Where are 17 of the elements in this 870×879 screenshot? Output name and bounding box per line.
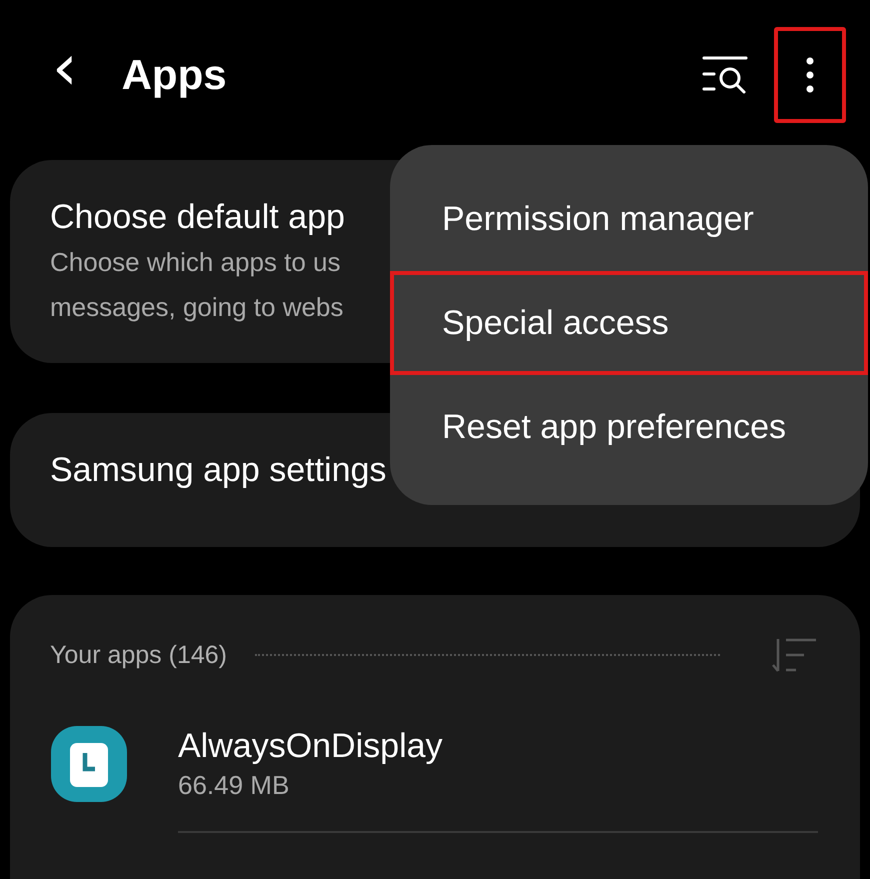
card-description: Choose which apps to us — [50, 246, 341, 279]
page-title: Apps — [122, 51, 228, 99]
more-icon — [806, 57, 814, 93]
clock-app-icon — [50, 725, 128, 803]
app-size: 66.49 MB — [178, 770, 290, 801]
menu-item[interactable]: Special access — [390, 271, 868, 375]
back-button[interactable]: ‹ — [48, 36, 82, 100]
card-title: Samsung app settings — [50, 451, 386, 490]
app-list-item[interactable]: AlwaysOnDisplay 66.49 MB — [50, 725, 820, 831]
card-description: messages, going to webs — [50, 291, 344, 324]
more-options-button[interactable] — [774, 27, 846, 123]
menu-item[interactable]: Reset app preferences — [390, 375, 868, 479]
card-title: Choose default app — [50, 198, 345, 237]
search-list-icon[interactable] — [702, 55, 750, 95]
section-heading: Your apps (146) — [50, 640, 227, 670]
app-name: AlwaysOnDisplay — [178, 727, 443, 766]
menu-item[interactable]: Permission manager — [390, 167, 868, 271]
